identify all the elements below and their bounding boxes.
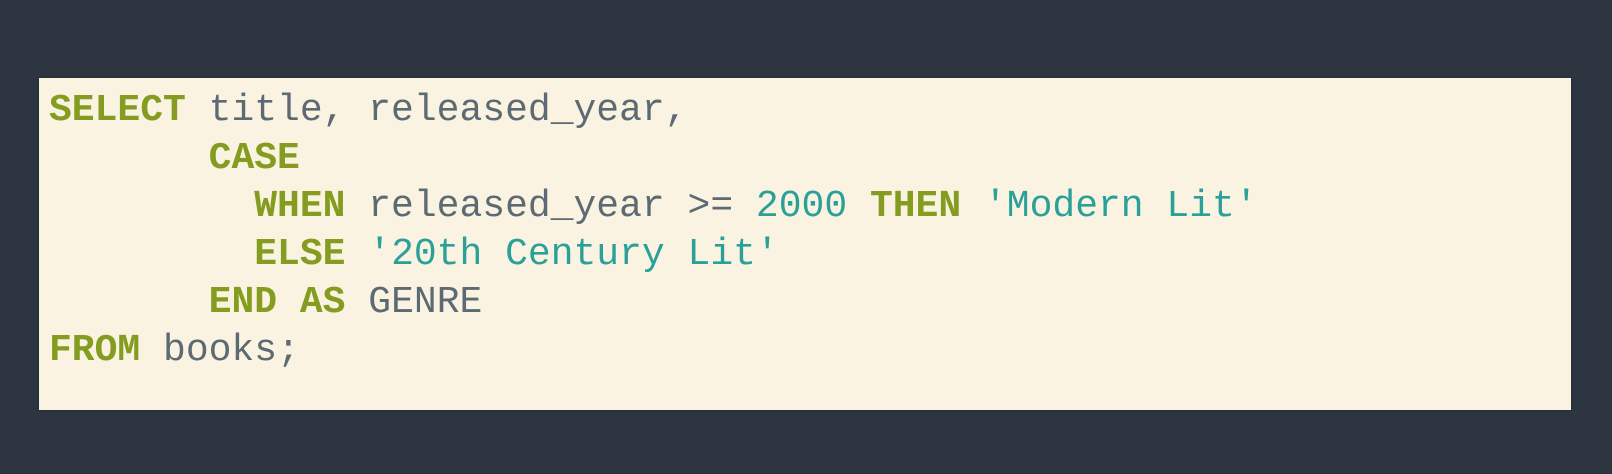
code-number: 2000 <box>755 185 848 228</box>
code-line[interactable]: END AS GENRE <box>49 278 483 327</box>
code-line[interactable]: SELECT title, released_year, <box>49 86 688 135</box>
code-line[interactable]: ELSE '20th Century Lit' <box>49 230 779 279</box>
code-keyword: WHEN <box>254 185 346 228</box>
code-keyword: FROM <box>49 329 141 372</box>
code-keyword: THEN <box>869 185 962 228</box>
code-text: title, released_year, <box>185 89 688 132</box>
code-keyword: END <box>208 281 278 324</box>
code-line[interactable]: FROM books; <box>49 326 300 375</box>
code-text: GENRE <box>345 281 483 324</box>
code-line[interactable]: WHEN released_year >= 2000 THEN 'Modern … <box>49 182 1258 231</box>
code-keyword: CASE <box>208 137 300 180</box>
code-text: released_year >= <box>345 185 756 228</box>
code-string: '20th Century Lit' <box>368 233 779 276</box>
code-line[interactable]: CASE <box>49 134 300 183</box>
code-editor[interactable]: SELECT title, released_year, CASE WHEN r… <box>39 78 1571 410</box>
code-string: 'Modern Lit' <box>983 185 1258 228</box>
code-keyword: SELECT <box>49 89 186 132</box>
code-keyword: AS <box>299 281 346 324</box>
code-keyword: ELSE <box>254 233 346 276</box>
code-text: books; <box>140 329 300 372</box>
